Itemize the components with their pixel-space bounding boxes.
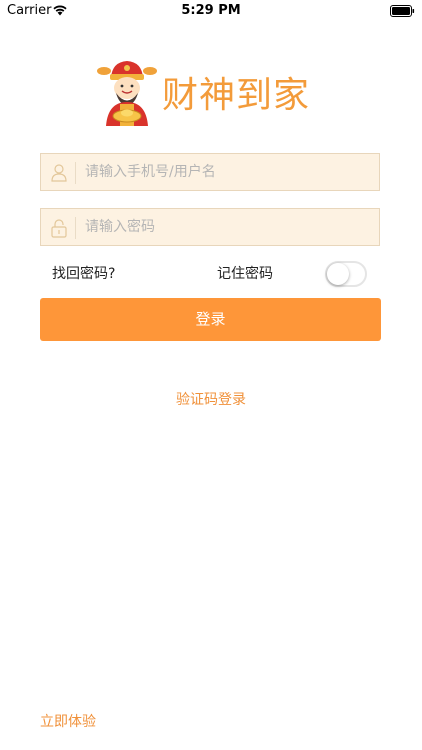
username-input[interactable]: [85, 154, 375, 190]
lock-icon: [51, 219, 67, 238]
remember-password-toggle[interactable]: [325, 261, 367, 287]
try-now-link[interactable]: 立即体验: [40, 711, 96, 731]
password-field[interactable]: [40, 208, 380, 246]
remember-password-label: 记住密码: [217, 266, 273, 282]
username-field[interactable]: [40, 153, 380, 191]
status-time: 5:29 PM: [181, 3, 241, 18]
field-separator: [75, 162, 76, 184]
forgot-password-link[interactable]: 找回密码?: [52, 263, 115, 283]
field-separator: [75, 217, 76, 239]
user-icon: [51, 164, 67, 182]
password-input[interactable]: [85, 209, 375, 245]
battery-icon: [390, 5, 415, 17]
toggle-knob: [327, 263, 349, 285]
sms-code-login-link[interactable]: 验证码登录: [0, 389, 422, 409]
logo-text: 财神到家: [162, 75, 311, 116]
status-bar: Carrier 5:29 PM: [0, 0, 422, 22]
login-screen: Carrier 5:29 PM 财神到家 请输入手机号/用户名 找回密码? 记住…: [0, 0, 422, 750]
app-logo: 财神到家: [96, 58, 336, 130]
mascot-icon: [97, 61, 157, 126]
login-button[interactable]: 登录: [40, 298, 381, 341]
